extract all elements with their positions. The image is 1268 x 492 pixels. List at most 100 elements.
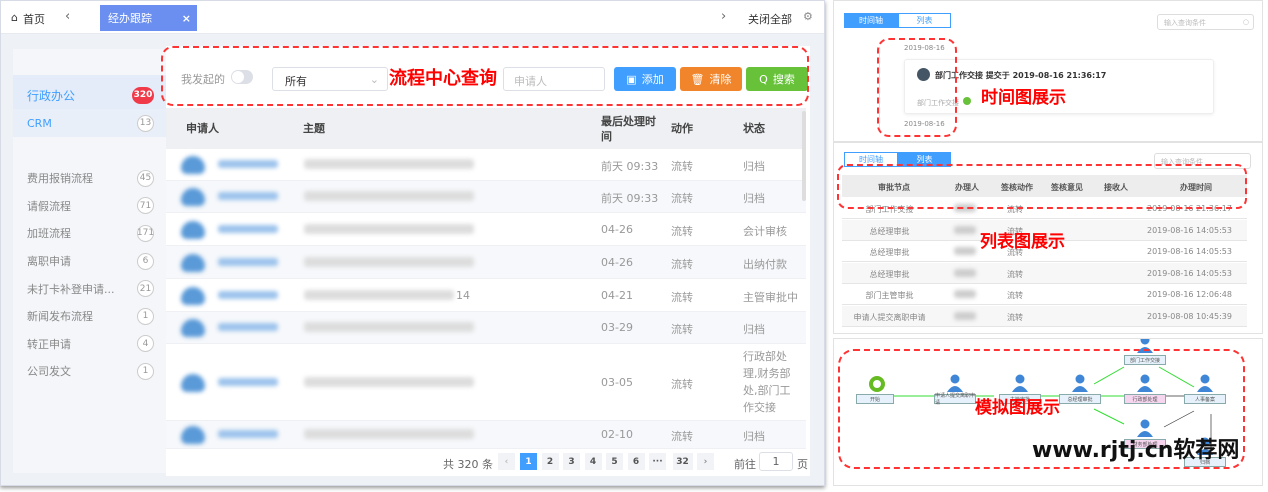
action: 流转 <box>671 257 693 271</box>
handler-name <box>954 225 976 234</box>
last-time: 03-29 <box>601 321 633 334</box>
subject-text <box>304 322 474 332</box>
status: 归档 <box>743 430 765 443</box>
col-last-time: 最后处理时间 <box>601 115 656 143</box>
status: 行政部处理,财务部处,部门工作交接 <box>743 350 791 414</box>
timeline-panel: 时间轴 列表 输入查询条件 ○ 2019-08-16 部门工作交接 提交于 201… <box>833 0 1263 142</box>
avatar <box>181 319 205 337</box>
prev-page-button[interactable]: ‹ <box>498 453 515 470</box>
gear-icon[interactable]: ⚙ <box>803 10 813 23</box>
annotation-query: 流程中心查询 <box>389 68 497 89</box>
col-applicant: 申请人 <box>186 122 219 135</box>
tab-scroll-right-button[interactable]: › <box>721 9 726 24</box>
page-button[interactable]: 1 <box>520 453 537 470</box>
table-row[interactable]: 14 04-21 流转 主管审批中 <box>166 279 806 312</box>
sidebar-item[interactable]: 未打卡补登申请... 21 <box>13 275 166 303</box>
page-button[interactable]: 5 <box>606 453 623 470</box>
subject-text <box>304 289 454 300</box>
goto-label: 前往 <box>734 458 756 471</box>
table-row[interactable]: 03-05 流转 行政部处理,财务部处,部门工作交接 <box>166 344 806 421</box>
page-button[interactable]: 3 <box>563 453 580 470</box>
list-row[interactable]: 申请人提交离职申请 流转 2019-08-08 10:45:39 <box>842 305 1247 327</box>
count-badge: 1 <box>137 307 154 325</box>
avatar <box>181 253 205 272</box>
page-button[interactable]: 32 <box>672 453 693 470</box>
tab-bar: ⌂ 首页 ‹ 经办跟踪 × › 关闭全部 ⚙ <box>1 1 824 34</box>
page-unit: 页 <box>797 458 808 471</box>
table-row[interactable]: 03-29 流转 归档 <box>166 312 806 344</box>
status: 会计审核 <box>743 224 787 238</box>
page-button[interactable]: 2 <box>541 453 559 470</box>
status: 归档 <box>743 192 765 205</box>
table-row[interactable]: 04-26 流转 会计审核 <box>166 213 806 246</box>
action: 流转 <box>671 377 693 391</box>
home-icon: ⌂ <box>11 11 18 24</box>
count-badge: 21 <box>137 280 154 298</box>
action: 流转 <box>671 290 693 304</box>
table-row[interactable]: 04-26 流转 出纳付款 <box>166 246 806 279</box>
action: 流转 <box>671 192 693 205</box>
timeline-search-input[interactable]: 输入查询条件 ○ <box>1157 14 1254 30</box>
sidebar-item[interactable]: 公司发文 1 <box>13 357 166 385</box>
last-time: 04-21 <box>601 288 633 302</box>
sidebar-item[interactable]: CRM 13 <box>13 109 166 137</box>
applicant-name <box>218 377 278 386</box>
sidebar-item[interactable]: 请假流程 71 <box>13 192 166 220</box>
sidebar-item[interactable]: 转正申请 4 <box>13 330 166 358</box>
sidebar-item[interactable]: 加班流程 171 <box>13 219 166 247</box>
table-row[interactable]: 前天 09:33 流转 归档 <box>166 181 806 213</box>
goto-page-input[interactable]: 1 <box>759 452 793 471</box>
tab-list[interactable]: 列表 <box>898 13 951 28</box>
status: 主管审批中 <box>743 290 798 304</box>
subject-text <box>304 159 474 169</box>
avatar <box>181 220 205 239</box>
action: 流转 <box>671 160 693 173</box>
subject-text <box>304 429 474 439</box>
avatar <box>181 426 205 444</box>
page-button[interactable]: 4 <box>584 453 602 470</box>
applicant-name <box>218 192 278 200</box>
applicant-name <box>218 257 278 266</box>
tab-timeline[interactable]: 时间轴 <box>844 13 898 28</box>
col-action: 动作 <box>671 122 693 135</box>
status: 归档 <box>743 323 765 336</box>
col-subject: 主题 <box>303 122 325 135</box>
tab-home[interactable]: ⌂ 首页 <box>11 11 45 27</box>
avatar <box>181 156 205 174</box>
subject-text <box>304 223 474 234</box>
close-icon[interactable]: × <box>182 12 191 25</box>
count-badge: 71 <box>137 197 154 215</box>
subject-text <box>304 191 474 201</box>
page-button[interactable]: ··· <box>649 453 666 470</box>
page-button[interactable]: 6 <box>627 453 645 470</box>
tab-active[interactable]: 经办跟踪 × <box>100 5 197 31</box>
handler-name <box>954 268 976 277</box>
count-badge: 45 <box>137 169 154 187</box>
watermark: www.rjtj.cn软荐网 <box>1032 438 1240 463</box>
tab-scroll-left-button[interactable]: ‹ <box>65 9 70 24</box>
sidebar-item[interactable]: 新闻发布流程 1 <box>13 302 166 330</box>
sidebar-item[interactable]: 离职申请 6 <box>13 247 166 275</box>
count-badge: 4 <box>137 335 154 353</box>
avatar <box>181 373 205 392</box>
avatar <box>181 188 205 206</box>
action: 流转 <box>671 323 693 336</box>
action: 流转 <box>671 224 693 238</box>
table-row[interactable]: 02-10 流转 归档 <box>166 421 806 449</box>
subject-text <box>304 376 474 387</box>
annotation-diagram: 模拟图展示 <box>975 398 1060 418</box>
applicant-name <box>218 430 278 438</box>
list-row[interactable]: 总经理审批 流转 2019-08-16 14:05:53 <box>842 262 1247 284</box>
action: 流转 <box>671 430 693 443</box>
list-highlight <box>837 164 1247 209</box>
table-row[interactable]: 前天 09:33 流转 归档 <box>166 149 806 181</box>
check-icon <box>963 97 971 105</box>
sidebar-item[interactable]: 费用报销流程 45 <box>13 164 166 192</box>
search-icon: ○ <box>1242 18 1249 26</box>
scrollbar[interactable] <box>802 111 806 201</box>
handler-name <box>954 311 976 320</box>
close-all-button[interactable]: 关闭全部 <box>748 11 792 27</box>
sidebar: 行政办公 320 CRM 13 费用报销流程 45 请假流程 71 加班流程 171 离职申请 6 未打… <box>13 49 166 473</box>
next-page-button[interactable]: › <box>697 453 714 470</box>
list-row[interactable]: 部门主管审批 流转 2019-08-16 12:06:48 <box>842 284 1247 305</box>
